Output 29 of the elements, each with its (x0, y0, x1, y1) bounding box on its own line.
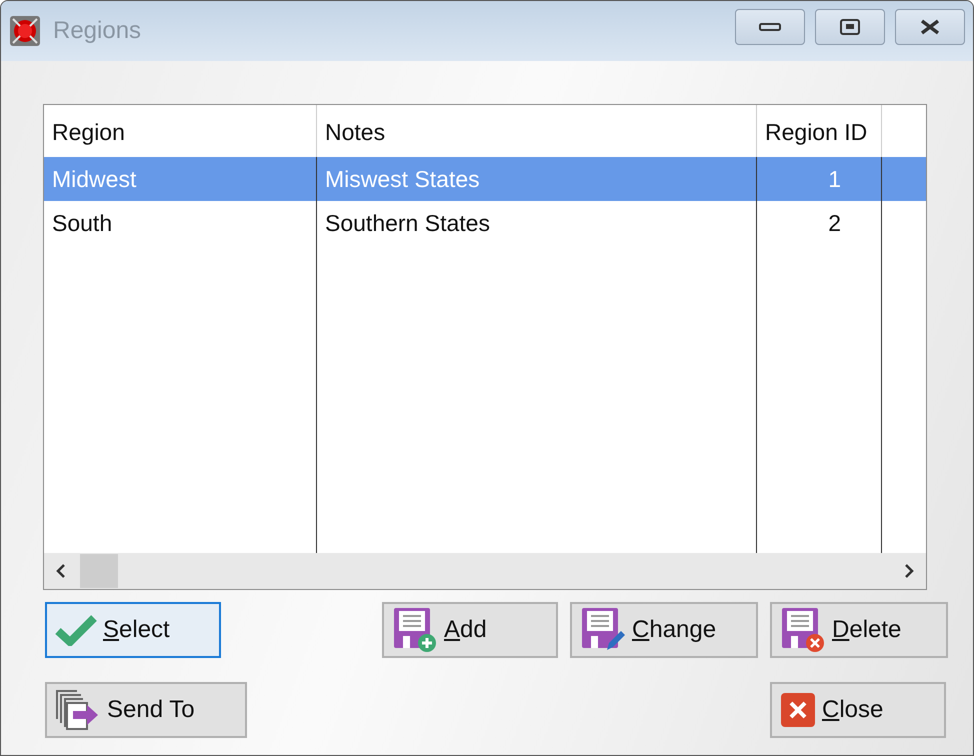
table-cell: 1 (757, 157, 882, 201)
maximize-button[interactable] (815, 9, 885, 45)
table-cell: South (44, 201, 317, 245)
scroll-left-icon[interactable] (54, 563, 68, 579)
window-title: Regions (53, 17, 142, 45)
action-button[interactable]: Change (570, 602, 758, 658)
app-icon (9, 15, 41, 47)
action-button[interactable]: Send To (45, 682, 247, 738)
horizontal-scrollbar[interactable] (44, 553, 926, 589)
close-icon (780, 692, 816, 728)
table-cell: 2 (757, 201, 882, 245)
table-row[interactable]: South Southern States 2 (44, 201, 926, 245)
close-button[interactable] (895, 9, 965, 45)
close-icon (919, 19, 941, 35)
action-button[interactable]: Add (382, 602, 558, 658)
scroll-thumb[interactable] (80, 554, 118, 588)
action-button[interactable]: Select (45, 602, 221, 658)
table-cell: Miswest States (317, 157, 757, 201)
table-cell: Midwest (44, 157, 317, 201)
floppy-plus-icon (392, 606, 438, 654)
scroll-right-icon[interactable] (902, 563, 916, 579)
floppy-x-icon (780, 606, 826, 654)
restore-icon (840, 19, 860, 35)
minimize-icon (759, 22, 781, 32)
table-cell: Southern States (317, 201, 757, 245)
minimize-button[interactable] (735, 9, 805, 45)
checkmark-icon (55, 614, 97, 646)
close-dialog-button[interactable]: Close (770, 682, 946, 738)
action-button[interactable]: Delete (770, 602, 948, 658)
